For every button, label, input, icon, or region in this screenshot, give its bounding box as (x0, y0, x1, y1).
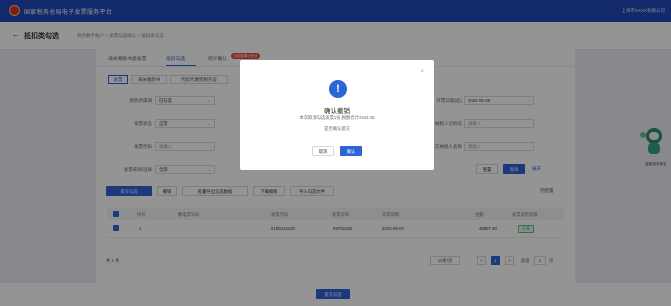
dialog-cancel-button[interactable]: 取消 (312, 146, 334, 156)
close-icon[interactable]: × (420, 69, 424, 75)
confirm-dialog: × ! 确认撤销 本次取消勾选发票1份,税额合计2343.45 是否确认提交 取… (240, 60, 434, 170)
dialog-question: 是否确认提交 (324, 126, 350, 131)
dialog-confirm-button[interactable]: 确认 (340, 146, 362, 156)
dialog-message: 本次取消勾选发票1份,税额合计2343.45 (299, 115, 375, 120)
info-exclamation-icon: ! (329, 80, 347, 98)
dialog-title: 确认撤销 (324, 108, 350, 115)
